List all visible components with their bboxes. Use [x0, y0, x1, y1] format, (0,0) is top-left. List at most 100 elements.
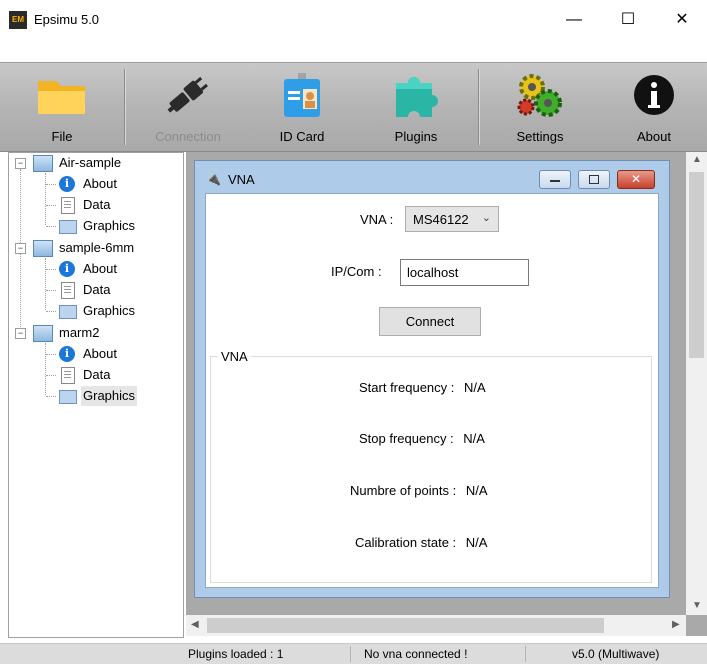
stop-frequency-label: Stop frequency :	[359, 431, 454, 446]
tree-connector	[45, 258, 46, 310]
scroll-left-icon[interactable]: ◀	[191, 619, 199, 630]
plug-icon: 🔌	[206, 172, 221, 186]
start-frequency-row: Start frequency : N/A	[359, 380, 486, 395]
window-title: Epsimu 5.0	[34, 12, 100, 27]
vna-connection-status: No vna connected !	[364, 647, 468, 661]
project-tree[interactable]: − Air-sample i About Data Graphics − sam…	[8, 152, 184, 638]
project-icon	[33, 155, 53, 172]
version-status: v5.0 (Multiwave)	[572, 647, 660, 661]
id-card-button[interactable]: ID Card	[250, 63, 354, 151]
project-icon	[33, 240, 53, 257]
close-button[interactable]: ✕	[659, 6, 705, 34]
child-restore-button[interactable]	[578, 170, 610, 189]
settings-label: Settings	[516, 129, 564, 144]
vna-window-title: VNA	[228, 172, 255, 187]
chevron-down-icon: ⌄	[481, 212, 491, 224]
toolbar: File Connection ID Card Plugins Settings…	[0, 62, 707, 152]
ip-com-label: IP/Com :	[331, 264, 382, 279]
graphics-icon	[59, 305, 77, 319]
file-button[interactable]: File	[10, 63, 114, 151]
tree-item-label: About	[83, 261, 117, 276]
vna-model-label: VNA :	[360, 212, 394, 227]
stop-frequency-value: N/A	[463, 431, 485, 446]
file-label: File	[51, 129, 73, 144]
tree-connector	[46, 290, 56, 291]
calibration-state-label: Calibration state :	[355, 535, 457, 550]
toolbar-separator	[478, 69, 480, 145]
status-separator	[350, 646, 351, 662]
tree-connector	[46, 311, 56, 312]
graphics-icon	[59, 390, 77, 404]
connection-label: Connection	[155, 129, 221, 144]
app-logo-icon: EM	[9, 11, 27, 29]
restore-icon	[589, 175, 599, 184]
document-icon	[61, 282, 75, 299]
collapse-icon[interactable]: −	[15, 243, 26, 254]
number-of-points-row: Numbre of points : N/A	[350, 483, 488, 498]
maximize-button[interactable]: ☐	[605, 6, 651, 34]
tree-connector	[46, 269, 56, 270]
number-of-points-label: Numbre of points :	[350, 483, 457, 498]
vertical-scroll-thumb[interactable]	[689, 172, 704, 358]
tree-item-label: Data	[83, 367, 111, 382]
id-card-icon	[284, 73, 320, 117]
tree-connector	[46, 354, 56, 355]
minimize-button[interactable]: —	[551, 6, 597, 34]
project-icon	[33, 325, 53, 342]
settings-button[interactable]: Settings	[486, 63, 594, 151]
tree-connector	[46, 205, 56, 206]
stop-frequency-row: Stop frequency : N/A	[359, 431, 485, 446]
tree-item-label: About	[83, 346, 117, 361]
ip-com-input[interactable]	[400, 259, 529, 286]
tree-project-label: sample-6mm	[59, 240, 135, 255]
info-icon: i	[59, 261, 75, 277]
tree-connector	[46, 184, 56, 185]
collapse-icon[interactable]: −	[15, 328, 26, 339]
tree-connector	[45, 173, 46, 225]
plugins-loaded-status: Plugins loaded : 1	[188, 647, 284, 661]
collapse-icon[interactable]: −	[15, 158, 26, 169]
vna-group-title: VNA	[218, 349, 251, 364]
tree-connector	[46, 396, 56, 397]
tree-connector	[46, 375, 56, 376]
document-icon	[61, 367, 75, 384]
toolbar-separator	[124, 69, 126, 145]
plugins-button[interactable]: Plugins	[364, 63, 468, 151]
tree-project-label: marm2	[59, 325, 100, 340]
document-icon	[61, 197, 75, 214]
tree-connector	[45, 343, 46, 395]
status-separator	[525, 646, 526, 662]
scroll-right-icon[interactable]: ▶	[672, 619, 680, 630]
connect-button[interactable]: Connect	[379, 307, 481, 336]
about-label: About	[637, 129, 671, 144]
gears-icon	[517, 74, 562, 117]
info-icon: i	[59, 346, 75, 362]
info-icon: i	[59, 176, 75, 192]
status-bar: Plugins loaded : 1 No vna connected ! v5…	[0, 643, 707, 664]
tree-connector	[20, 169, 21, 339]
plugins-label: Plugins	[394, 129, 438, 144]
scroll-down-icon[interactable]: ▼	[692, 600, 702, 611]
child-close-button[interactable]: ✕	[617, 170, 655, 189]
start-frequency-label: Start frequency :	[359, 380, 455, 395]
tree-item-label: About	[83, 176, 117, 191]
vna-model-select[interactable]: MS46122 ⌄	[405, 206, 499, 232]
tree-connector	[46, 226, 56, 227]
puzzle-icon	[396, 77, 438, 117]
minimize-icon	[550, 180, 560, 182]
scroll-up-icon[interactable]: ▲	[692, 154, 702, 165]
tree-item-label: Graphics	[83, 218, 136, 233]
id-card-label: ID Card	[279, 129, 325, 144]
tree-item-label: Graphics	[83, 303, 136, 318]
tree-item-label: Data	[83, 197, 111, 212]
menu-area	[0, 40, 707, 62]
number-of-points-value: N/A	[465, 483, 488, 498]
about-button[interactable]: About	[602, 63, 706, 151]
tree-item-label: Data	[83, 282, 111, 297]
start-frequency-value: N/A	[464, 380, 486, 395]
horizontal-scroll-thumb[interactable]	[207, 618, 604, 633]
calibration-state-row: Calibration state : N/A	[355, 535, 487, 550]
connection-button[interactable]: Connection	[136, 63, 240, 151]
child-minimize-button[interactable]	[539, 170, 571, 189]
graphics-icon	[59, 220, 77, 234]
